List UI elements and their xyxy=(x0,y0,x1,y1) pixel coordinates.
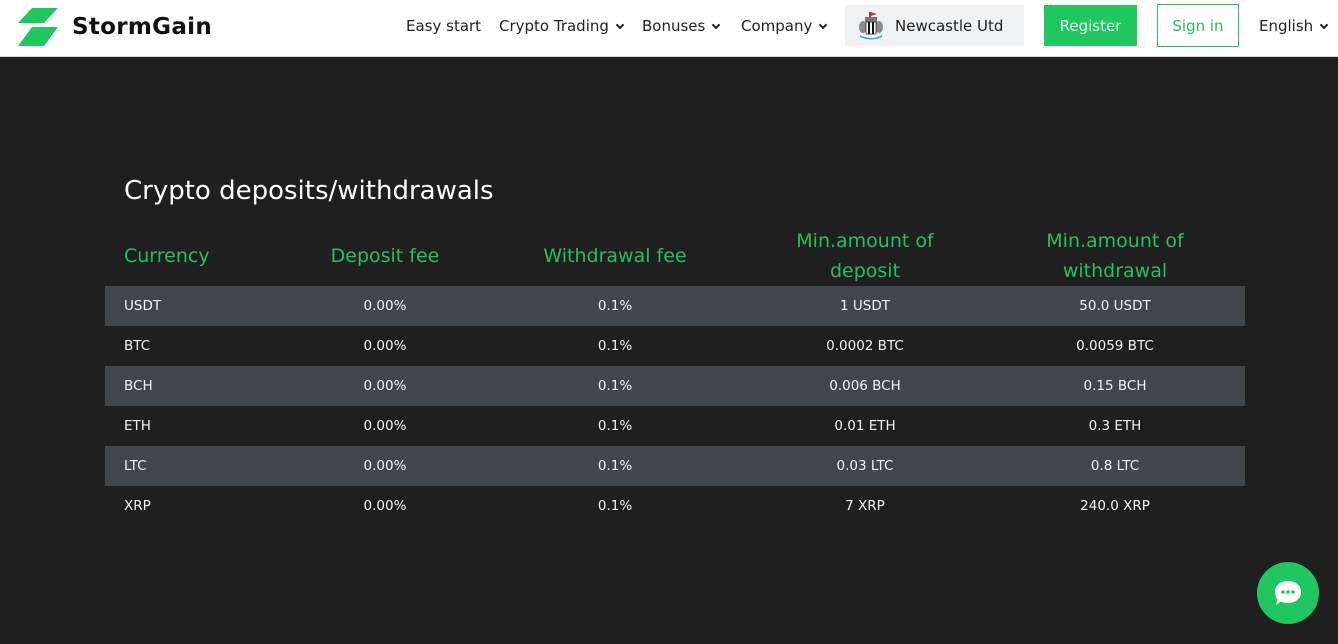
table-header: Currency Deposit fee Withdrawal fee Min.… xyxy=(105,226,1245,286)
cell-currency: BTC xyxy=(124,338,151,354)
cell-deposit-fee: 0.00% xyxy=(363,498,407,514)
newcastle-crest-icon xyxy=(859,11,883,39)
cell-deposit-fee: 0.00% xyxy=(363,378,407,394)
nav-company[interactable]: Company xyxy=(741,17,828,35)
table-row: BCH 0.00% 0.1% 0.006 BCH 0.15 BCH xyxy=(105,366,1245,406)
partner-label: Newcastle Utd xyxy=(895,16,1004,35)
brand-name: StormGain xyxy=(72,14,213,40)
storm-lightning-icon xyxy=(18,8,58,46)
cell-withdrawal-fee: 0.1% xyxy=(597,298,633,314)
cell-withdrawal-fee: 0.1% xyxy=(597,338,633,354)
nav-easy-start[interactable]: Easy start xyxy=(406,17,481,35)
nav-crypto-trading[interactable]: Crypto Trading xyxy=(499,17,625,35)
cell-currency: LTC xyxy=(124,458,147,474)
cell-currency: BCH xyxy=(124,378,153,394)
cell-currency: ETH xyxy=(124,418,151,434)
cell-min-deposit: 7 XRP xyxy=(845,498,885,514)
cell-min-withdrawal: 0.0059 BTC xyxy=(1076,338,1154,354)
language-selector[interactable]: English xyxy=(1259,17,1329,35)
table-row: LTC 0.00% 0.1% 0.03 LTC 0.8 LTC xyxy=(105,446,1245,486)
chat-bubble-icon xyxy=(1275,581,1301,605)
language-label: English xyxy=(1259,17,1314,35)
nav-label: Easy start xyxy=(406,17,482,35)
nav-bonuses[interactable]: Bonuses xyxy=(642,17,721,35)
cell-min-withdrawal: 0.8 LTC xyxy=(1090,458,1140,474)
nav-label: Crypto Trading xyxy=(499,17,609,35)
cell-min-deposit: 0.03 LTC xyxy=(836,458,894,474)
cell-withdrawal-fee: 0.1% xyxy=(597,498,633,514)
column-header-deposit-fee: Deposit fee xyxy=(330,245,440,267)
cell-min-withdrawal: 0.15 BCH xyxy=(1083,378,1147,394)
column-header-currency: Currency xyxy=(124,245,210,267)
table-row: USDT 0.00% 0.1% 1 USDT 50.0 USDT xyxy=(105,286,1245,326)
chevron-down-icon xyxy=(615,20,625,29)
cell-min-deposit: 1 USDT xyxy=(840,298,890,314)
brand-logo[interactable]: StormGain xyxy=(18,8,212,46)
chevron-down-icon xyxy=(1319,20,1329,29)
register-button[interactable]: Register xyxy=(1044,5,1137,46)
cell-withdrawal-fee: 0.1% xyxy=(597,418,633,434)
nav-label: Company xyxy=(741,17,813,35)
cell-deposit-fee: 0.00% xyxy=(363,338,407,354)
chevron-down-icon xyxy=(819,20,828,29)
cell-deposit-fee: 0.00% xyxy=(363,458,407,474)
cell-min-deposit: 0.0002 BTC xyxy=(826,338,904,354)
chevron-down-icon xyxy=(712,20,721,29)
table-row: ETH 0.00% 0.1% 0.01 ETH 0.3 ETH xyxy=(105,406,1245,446)
fees-table: Currency Deposit fee Withdrawal fee Min.… xyxy=(105,226,1245,526)
cell-min-withdrawal: 0.3 ETH xyxy=(1088,418,1142,434)
cell-currency: USDT xyxy=(124,298,162,314)
chat-support-button[interactable] xyxy=(1257,562,1319,624)
table-row: XRP 0.00% 0.1% 7 XRP 240.0 XRP xyxy=(105,486,1245,526)
column-header-withdrawal-fee: Withdrawal fee xyxy=(543,245,687,267)
cell-min-deposit: 0.006 BCH xyxy=(829,378,901,394)
cell-withdrawal-fee: 0.1% xyxy=(597,378,633,394)
sign-in-button[interactable]: Sign in xyxy=(1157,4,1239,47)
column-header-min-withdrawal: Min.amount of withdrawal xyxy=(1046,230,1184,282)
cell-min-deposit: 0.01 ETH xyxy=(834,418,896,434)
cell-min-withdrawal: 50.0 USDT xyxy=(1079,298,1151,314)
section-title: Crypto deposits/withdrawals xyxy=(124,176,494,206)
table-row: BTC 0.00% 0.1% 0.0002 BTC 0.0059 BTC xyxy=(105,326,1245,366)
site-header: StormGain Easy start Crypto Trading Bonu… xyxy=(0,0,1338,57)
cell-withdrawal-fee: 0.1% xyxy=(597,458,633,474)
partner-newcastle-link[interactable]: Newcastle Utd xyxy=(845,5,1024,46)
cell-deposit-fee: 0.00% xyxy=(363,418,407,434)
cell-min-withdrawal: 240.0 XRP xyxy=(1080,498,1150,514)
nav-label: Bonuses xyxy=(642,17,706,35)
column-header-min-deposit: Min.amount of deposit xyxy=(796,230,934,282)
cell-currency: XRP xyxy=(124,498,151,514)
cell-deposit-fee: 0.00% xyxy=(363,298,407,314)
